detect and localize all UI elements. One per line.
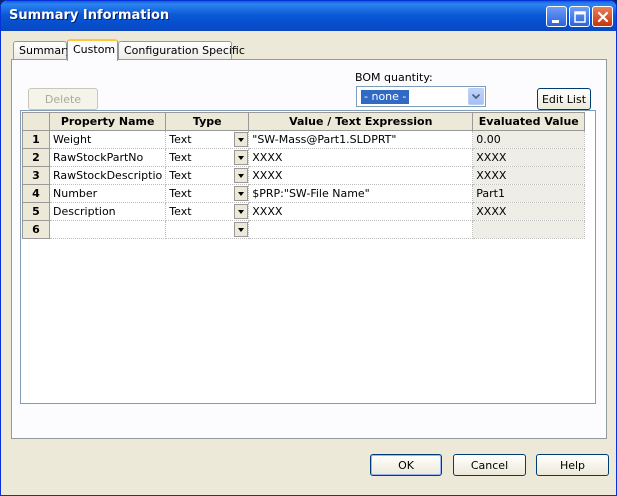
row-number[interactable]: 6	[22, 220, 50, 239]
evaluated-value-cell: XXXX	[472, 202, 586, 221]
table-row: 2 RawStockPartNo Text XXXX XXXX	[22, 148, 586, 167]
maximize-button[interactable]	[569, 6, 590, 27]
row-number[interactable]: 1	[22, 130, 50, 149]
type-value: Text	[169, 169, 192, 182]
ok-button[interactable]: OK	[370, 454, 442, 476]
custom-properties-grid: Property Name Type Value / Text Expressi…	[20, 110, 596, 404]
bom-dropdown-button[interactable]	[468, 88, 484, 105]
type-dropdown-button[interactable]	[234, 150, 248, 165]
type-dropdown-button[interactable]	[234, 168, 248, 183]
property-name-cell[interactable]	[48, 220, 167, 239]
table-row: 5 Description Text XXXX XXXX	[22, 202, 586, 221]
type-cell[interactable]: Text	[165, 130, 250, 149]
type-value: Text	[169, 133, 192, 146]
bom-quantity-label: BOM quantity:	[355, 71, 433, 84]
column-header-type[interactable]: Type	[165, 112, 250, 131]
row-number[interactable]: 2	[22, 148, 50, 167]
value-cell[interactable]: XXXX	[248, 166, 474, 185]
evaluated-value-cell	[472, 220, 586, 239]
type-cell[interactable]: Text	[165, 202, 250, 221]
property-name-cell[interactable]: RawStockDescriptio	[48, 166, 167, 185]
column-header-property-name[interactable]: Property Name	[48, 112, 167, 131]
row-number[interactable]: 3	[22, 166, 50, 185]
tab-summary[interactable]: Summary	[13, 41, 72, 60]
close-icon	[597, 11, 609, 23]
type-cell[interactable]: Text	[165, 184, 250, 203]
table-header-row: Property Name Type Value / Text Expressi…	[22, 112, 586, 131]
evaluated-value-cell: XXXX	[472, 166, 586, 185]
property-name-cell[interactable]: RawStockPartNo	[48, 148, 167, 167]
property-name-cell[interactable]: Description	[48, 202, 167, 221]
tab-custom[interactable]: Custom	[67, 39, 118, 61]
evaluated-value-cell: XXXX	[472, 148, 586, 167]
type-cell[interactable]	[165, 220, 250, 239]
table-row: 1 Weight Text "SW-Mass@Part1.SLDPRT" 0.0…	[22, 130, 586, 149]
property-name-cell[interactable]: Weight	[48, 130, 167, 149]
chevron-down-icon	[471, 93, 481, 100]
title-bar[interactable]: Summary Information	[1, 1, 616, 31]
type-value: Text	[169, 151, 192, 164]
close-button[interactable]	[592, 6, 613, 27]
type-dropdown-button[interactable]	[234, 132, 248, 147]
value-cell[interactable]: "SW-Mass@Part1.SLDPRT"	[248, 130, 474, 149]
properties-table: Property Name Type Value / Text Expressi…	[22, 112, 586, 239]
evaluated-value-cell: Part1	[472, 184, 586, 203]
bom-quantity-select[interactable]: - none -	[356, 86, 486, 107]
value-cell[interactable]: XXXX	[248, 148, 474, 167]
type-dropdown-button[interactable]	[234, 204, 248, 219]
column-header-evaluated-value[interactable]: Evaluated Value	[472, 112, 586, 131]
window-title: Summary Information	[9, 8, 170, 23]
value-cell[interactable]	[248, 220, 474, 239]
help-button[interactable]: Help	[536, 454, 609, 476]
evaluated-value-cell: 0.00	[472, 130, 586, 149]
type-cell[interactable]: Text	[165, 148, 250, 167]
value-cell[interactable]: $PRP:"SW-File Name"	[248, 184, 474, 203]
type-value: Text	[169, 205, 192, 218]
type-dropdown-button[interactable]	[234, 222, 248, 237]
custom-tab-panel: Delete BOM quantity: - none - Edit List …	[11, 59, 607, 439]
tab-configuration-specific[interactable]: Configuration Specific	[118, 41, 245, 60]
table-row: 3 RawStockDescriptio Text XXXX XXXX	[22, 166, 586, 185]
column-header-row-number	[22, 112, 50, 131]
bom-quantity-value: - none -	[361, 90, 410, 104]
property-name-cell[interactable]: Number	[48, 184, 167, 203]
type-value: Text	[169, 187, 192, 200]
minimize-button[interactable]	[546, 6, 567, 27]
edit-list-button[interactable]: Edit List	[537, 88, 591, 110]
type-cell[interactable]: Text	[165, 166, 250, 185]
table-row: 4 Number Text $PRP:"SW-File Name" Part1	[22, 184, 586, 203]
table-row: 6	[22, 220, 586, 239]
summary-information-dialog: Summary Information Summary Custom Confi…	[0, 0, 617, 496]
delete-button[interactable]: Delete	[28, 88, 98, 110]
row-number[interactable]: 5	[22, 202, 50, 221]
cancel-button[interactable]: Cancel	[453, 454, 526, 476]
maximize-icon	[574, 11, 586, 23]
column-header-value[interactable]: Value / Text Expression	[248, 112, 474, 131]
row-number[interactable]: 4	[22, 184, 50, 203]
value-cell[interactable]: XXXX	[248, 202, 474, 221]
type-dropdown-button[interactable]	[234, 186, 248, 201]
minimize-icon	[552, 20, 559, 23]
